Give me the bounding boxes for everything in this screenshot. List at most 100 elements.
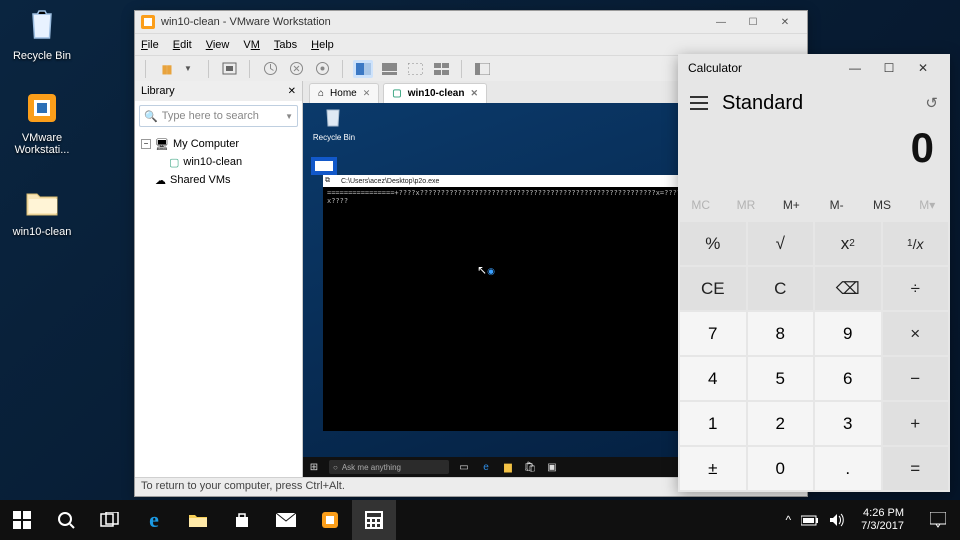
menu-tabs[interactable]: Tabs <box>274 39 297 51</box>
minimize-button[interactable]: — <box>705 11 737 33</box>
menu-view[interactable]: View <box>206 39 230 51</box>
view-fullscreen-button[interactable] <box>405 60 425 78</box>
calc-key-CE[interactable]: CE <box>680 267 746 310</box>
tree-vm-item[interactable]: ▢win10-clean <box>141 153 296 171</box>
calc-key-7[interactable]: 7 <box>680 312 746 355</box>
library-toggle-button[interactable] <box>472 60 492 78</box>
explorer-button[interactable] <box>176 500 220 540</box>
calc-history-button[interactable]: ↺ <box>925 94 938 112</box>
calc-key-.[interactable]: . <box>815 447 881 490</box>
calc-key-+[interactable]: + <box>883 402 949 445</box>
search-icon: 🔍 <box>144 110 158 123</box>
calc-mem-mdropdown[interactable]: M▾ <box>905 190 950 220</box>
calc-maximize-button[interactable]: ☐ <box>872 54 906 82</box>
calc-key-−[interactable]: − <box>883 357 949 400</box>
view-console-button[interactable] <box>353 60 373 78</box>
snapshot-take-button[interactable] <box>260 60 280 78</box>
guest-store-button[interactable]: 🛍 <box>523 460 537 474</box>
tree-root[interactable]: −🖥My Computer <box>141 135 296 153</box>
calc-key-1[interactable]: 1 <box>680 402 746 445</box>
taskview-button[interactable] <box>88 500 132 540</box>
calc-mem-m+[interactable]: M+ <box>769 190 814 220</box>
desktop-icon-vmware[interactable]: VMware Workstati... <box>6 88 78 156</box>
snapshot-button[interactable] <box>219 60 239 78</box>
guest-recycle-bin[interactable]: Recycle Bin <box>309 107 359 142</box>
menu-edit[interactable]: Edit <box>173 39 192 51</box>
calculator-taskbar-button[interactable] <box>352 500 396 540</box>
library-search[interactable]: 🔍 Type here to search ▼ <box>139 105 298 127</box>
calc-titlebar[interactable]: Calculator — ☐ ✕ <box>678 54 950 82</box>
library-close-button[interactable]: ✕ <box>288 86 296 97</box>
store-button[interactable] <box>220 500 264 540</box>
calc-mem-m-[interactable]: M- <box>814 190 859 220</box>
calc-mem-mc[interactable]: MC <box>678 190 723 220</box>
calc-minimize-button[interactable]: — <box>838 54 872 82</box>
guest-taskview-button[interactable]: ▭ <box>457 460 471 474</box>
calc-key-5[interactable]: 5 <box>748 357 814 400</box>
close-button[interactable]: ✕ <box>769 11 801 33</box>
tree-shared-vms[interactable]: ☁Shared VMs <box>141 171 296 189</box>
tab-close-icon[interactable]: ✕ <box>470 88 478 99</box>
calc-key-±[interactable]: ± <box>680 447 746 490</box>
calc-mem-mr[interactable]: MR <box>723 190 768 220</box>
calc-key-4[interactable]: 4 <box>680 357 746 400</box>
snapshot-revert-button[interactable] <box>286 60 306 78</box>
calc-key-9[interactable]: 9 <box>815 312 881 355</box>
menu-file[interactable]: File <box>141 39 159 51</box>
calc-key-÷[interactable]: ÷ <box>883 267 949 310</box>
calc-close-button[interactable]: ✕ <box>906 54 940 82</box>
search-dropdown-icon[interactable]: ▼ <box>285 112 293 121</box>
search-placeholder: Type here to search <box>162 110 285 122</box>
clock-time: 4:26 PM <box>861 507 904 520</box>
search-button[interactable] <box>44 500 88 540</box>
power-dropdown[interactable]: ▼ <box>178 60 198 78</box>
vmware-titlebar[interactable]: win10-clean - VMware Workstation — ☐ ✕ <box>135 11 807 33</box>
vmware-taskbar-button[interactable] <box>308 500 352 540</box>
snapshot-manager-button[interactable] <box>312 60 332 78</box>
calc-key-8[interactable]: 8 <box>748 312 814 355</box>
guest-edge-button[interactable]: e <box>479 460 493 474</box>
view-single-button[interactable] <box>379 60 399 78</box>
calc-key-√[interactable]: √ <box>748 222 814 265</box>
calc-key-6[interactable]: 6 <box>815 357 881 400</box>
menu-vm[interactable]: VM <box>243 39 260 51</box>
system-tray: ^ 4:26 PM 7/3/2017 <box>786 500 960 540</box>
calc-key-=[interactable]: = <box>883 447 949 490</box>
edge-button[interactable]: e <box>132 500 176 540</box>
maximize-button[interactable]: ☐ <box>737 11 769 33</box>
start-button[interactable] <box>0 500 44 540</box>
tab-close-icon[interactable]: ✕ <box>363 88 371 99</box>
guest-explorer-button[interactable]: ▆ <box>501 460 515 474</box>
desktop-icon-recycle-bin[interactable]: Recycle Bin <box>6 6 78 62</box>
pause-vm-button[interactable]: ▮▮ <box>156 60 176 78</box>
desktop-icon-label: VMware Workstati... <box>6 132 78 156</box>
calc-key-x²[interactable]: x2 <box>815 222 881 265</box>
guest-start-button[interactable]: ⊞ <box>307 460 321 474</box>
calc-key-2[interactable]: 2 <box>748 402 814 445</box>
view-unity-button[interactable] <box>431 60 451 78</box>
tray-volume-icon[interactable] <box>829 513 845 527</box>
calc-menu-button[interactable] <box>690 96 708 110</box>
notification-button[interactable] <box>920 500 956 540</box>
tray-chevron-icon[interactable]: ^ <box>786 513 792 527</box>
desktop-icon-label: win10-clean <box>6 226 78 238</box>
cmd-window-taskbar-entry[interactable] <box>311 157 337 175</box>
calc-key-%[interactable]: % <box>680 222 746 265</box>
calc-key-0[interactable]: 0 <box>748 447 814 490</box>
calc-key-⌫[interactable]: ⌫ <box>815 267 881 310</box>
calc-key-×[interactable]: × <box>883 312 949 355</box>
calc-key-3[interactable]: 3 <box>815 402 881 445</box>
calc-key-C[interactable]: C <box>748 267 814 310</box>
calc-mem-ms[interactable]: MS <box>859 190 904 220</box>
guest-cortana-search[interactable]: ○Ask me anything <box>329 460 449 474</box>
tray-clock[interactable]: 4:26 PM 7/3/2017 <box>855 507 910 533</box>
desktop-icon-vm-folder[interactable]: win10-clean <box>6 182 78 238</box>
tray-battery-icon[interactable] <box>801 515 819 526</box>
mail-button[interactable] <box>264 500 308 540</box>
guest-cmd-button[interactable]: ▣ <box>545 460 559 474</box>
tab-home[interactable]: ⌂Home✕ <box>309 83 379 103</box>
menu-help[interactable]: Help <box>311 39 334 51</box>
cursor-icon: ↖◉ <box>477 263 495 277</box>
tab-active-vm[interactable]: ▢win10-clean✕ <box>383 83 487 103</box>
calc-key-¹/x[interactable]: 1/x <box>883 222 949 265</box>
